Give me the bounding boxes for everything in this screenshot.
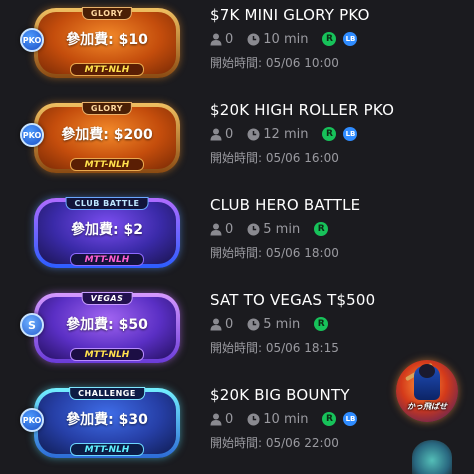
late-reg-duration: 5 min <box>263 221 301 237</box>
tournament-row[interactable]: CLUB BATTLE 參加費: $2 MTT-NLH CLUB HERO BA… <box>0 190 474 285</box>
tournament-row[interactable]: GLORY 參加費: $10 MTT-NLH PKO $7K MINI GLOR… <box>0 0 474 95</box>
start-time: 開始時間: 05/06 10:00 <box>210 56 339 70</box>
start-time: 開始時間: 05/06 18:15 <box>210 341 339 355</box>
player-count: 0 <box>225 31 234 47</box>
leaderboard-chip: LB <box>343 412 358 426</box>
player-count: 0 <box>225 126 234 142</box>
pko-badge-icon: PKO <box>20 28 44 52</box>
game-type: MTT-NLH <box>70 443 144 456</box>
tournament-meta: 0 12 min R LB <box>210 126 364 142</box>
rebuy-chip: R <box>314 222 329 236</box>
pko-badge-icon: PKO <box>20 408 44 432</box>
tournament-title: $7K MINI GLORY PKO <box>210 6 370 24</box>
helmet-icon <box>419 364 435 378</box>
player-count: 0 <box>225 221 234 237</box>
leaderboard-chip: LB <box>343 32 358 46</box>
entry-fee: 參加費: $200 <box>61 127 153 143</box>
entry-fee: 參加費: $10 <box>66 32 148 48</box>
ticket-tag: CHALLENGE <box>69 387 145 400</box>
ticket-tag: GLORY <box>81 102 133 115</box>
entry-fee: 參加費: $50 <box>66 317 148 333</box>
tournament-meta: 0 5 min R <box>210 221 335 237</box>
person-icon <box>210 33 222 45</box>
player-count: 0 <box>225 411 234 427</box>
rebuy-chip: R <box>314 317 329 331</box>
start-time: 開始時間: 05/06 18:00 <box>210 246 339 260</box>
tournament-ticket[interactable]: CLUB BATTLE 參加費: $2 MTT-NLH <box>34 197 180 268</box>
ticket-tag: VEGAS <box>81 292 133 305</box>
game-type: MTT-NLH <box>70 63 144 76</box>
tournament-ticket[interactable]: CHALLENGE 參加費: $30 MTT-NLH <box>34 387 180 458</box>
tournament-ticket[interactable]: GLORY 參加費: $200 MTT-NLH <box>34 102 180 173</box>
clock-icon <box>247 128 260 140</box>
person-icon <box>210 128 222 140</box>
promo-event-button[interactable]: かっ飛ばせ <box>396 360 458 422</box>
pko-badge-icon: PKO <box>20 123 44 147</box>
leaderboard-chip: LB <box>343 127 358 141</box>
promo-label: かっ飛ばせ <box>407 402 447 411</box>
rebuy-chip: R <box>322 32 337 46</box>
start-time: 開始時間: 05/06 16:00 <box>210 151 339 165</box>
clock-icon <box>247 223 260 235</box>
ticket-tag: CLUB BATTLE <box>65 197 149 210</box>
start-time: 開始時間: 05/06 22:00 <box>210 436 339 450</box>
game-type: MTT-NLH <box>70 348 144 361</box>
ticket-tag: GLORY <box>81 7 133 20</box>
tournament-meta: 0 10 min R LB <box>210 411 364 427</box>
game-type: MTT-NLH <box>70 253 144 266</box>
person-icon <box>210 223 222 235</box>
late-reg-duration: 10 min <box>263 411 309 427</box>
satellite-badge-icon: S <box>20 313 44 337</box>
clock-icon <box>247 413 260 425</box>
tournament-row[interactable]: GLORY 參加費: $200 MTT-NLH PKO $20K HIGH RO… <box>0 95 474 190</box>
clock-icon <box>247 33 260 45</box>
tournament-meta: 0 10 min R LB <box>210 31 364 47</box>
promo-secondary-button[interactable] <box>412 440 452 474</box>
person-icon <box>210 318 222 330</box>
tournament-title: $20K BIG BOUNTY <box>210 386 350 404</box>
person-icon <box>210 413 222 425</box>
entry-fee: 參加費: $2 <box>71 222 143 238</box>
tournament-ticket[interactable]: GLORY 參加費: $10 MTT-NLH <box>34 7 180 78</box>
entry-fee: 參加費: $30 <box>66 412 148 428</box>
rebuy-chip: R <box>322 412 337 426</box>
late-reg-duration: 5 min <box>263 316 301 332</box>
tournament-row[interactable]: VEGAS 參加費: $50 MTT-NLH S SAT TO VEGAS T$… <box>0 285 474 380</box>
tournament-meta: 0 5 min R <box>210 316 335 332</box>
tournament-title: SAT TO VEGAS T$500 <box>210 291 376 309</box>
tournament-title: $20K HIGH ROLLER PKO <box>210 101 395 119</box>
clock-icon <box>247 318 260 330</box>
rebuy-chip: R <box>322 127 337 141</box>
tournament-ticket[interactable]: VEGAS 參加費: $50 MTT-NLH <box>34 292 180 363</box>
player-count: 0 <box>225 316 234 332</box>
game-type: MTT-NLH <box>70 158 144 171</box>
late-reg-duration: 10 min <box>263 31 309 47</box>
late-reg-duration: 12 min <box>263 126 309 142</box>
tournament-title: CLUB HERO BATTLE <box>210 196 361 214</box>
